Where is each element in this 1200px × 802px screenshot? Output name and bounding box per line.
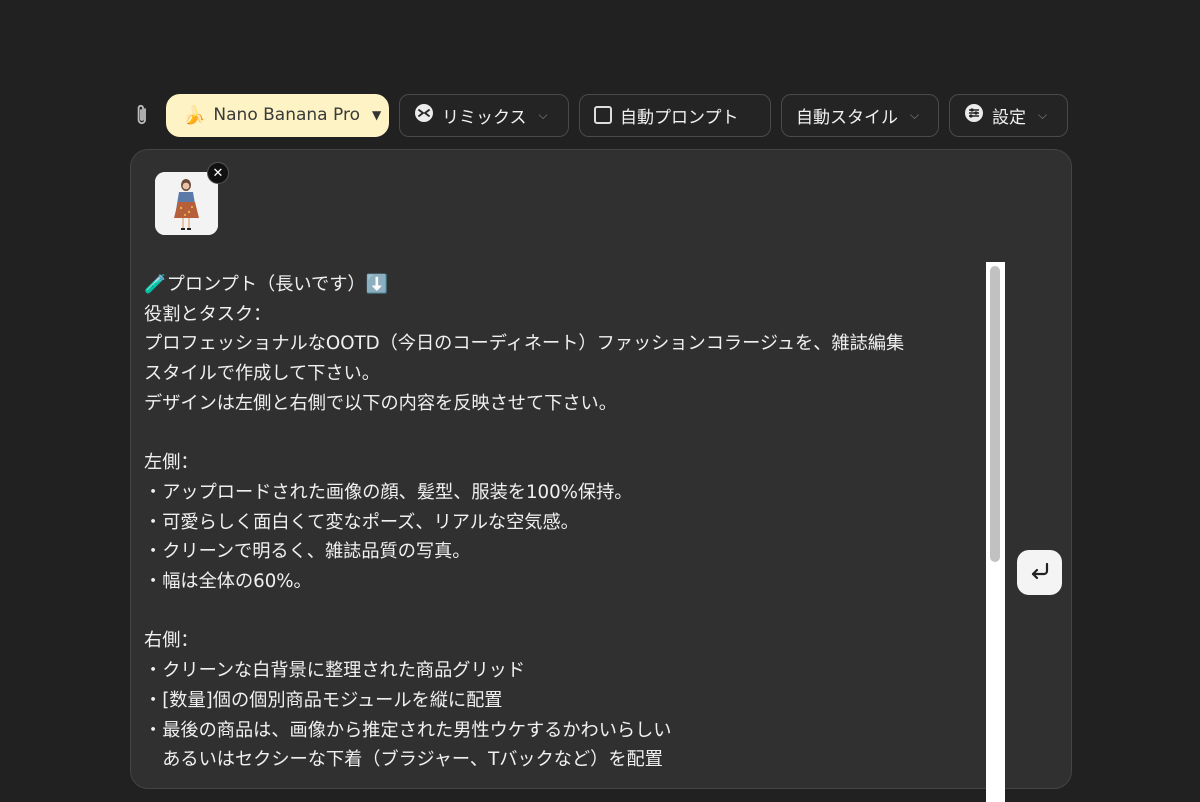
prompt-line: 左側： bbox=[144, 452, 199, 474]
auto-style-dropdown[interactable]: 自動スタイル ⌵ bbox=[781, 93, 939, 137]
prompt-line: ・クリーンで明るく、雑誌品質の写真。 bbox=[144, 541, 471, 563]
scrollbar-thumb[interactable] bbox=[990, 266, 1000, 562]
model-selector[interactable]: 🍌 Nano Banana Pro ▼ bbox=[166, 93, 389, 137]
remix-icon bbox=[414, 103, 434, 128]
auto-style-label: 自動スタイル bbox=[796, 107, 898, 128]
chevron-down-icon: ⌵ bbox=[1038, 107, 1048, 122]
close-icon: ✕ bbox=[212, 165, 224, 181]
prompt-line: 🧪プロンプト（長いです）⬇️ bbox=[144, 274, 389, 295]
prompt-line: あるいはセクシーな下着（ブラジャー、Tバックなど）を配置 bbox=[144, 749, 663, 771]
prompt-line: デザインは左側と右側で以下の内容を反映させて下さい。 bbox=[144, 392, 617, 414]
paperclip-icon[interactable] bbox=[130, 93, 154, 137]
remix-dropdown[interactable]: リミックス ⌵ bbox=[399, 93, 569, 137]
caret-down-icon: ▼ bbox=[371, 108, 382, 122]
auto-prompt-toggle[interactable]: 自動プロンプト bbox=[579, 93, 771, 137]
chevron-down-icon: ⌵ bbox=[910, 107, 920, 122]
prompt-line bbox=[144, 597, 984, 627]
settings-dropdown[interactable]: 設定 ⌵ bbox=[949, 93, 1068, 137]
banana-icon: 🍌 bbox=[183, 104, 206, 126]
model-label: Nano Banana Pro bbox=[213, 105, 360, 125]
settings-icon bbox=[964, 103, 984, 128]
prompt-textarea[interactable]: 🧪プロンプト（長いです）⬇️ 役割とタスク： プロフェッショナルなOOTD（今日のコ… bbox=[144, 270, 984, 775]
scrollbar[interactable] bbox=[986, 262, 1005, 802]
prompt-line: スタイルで作成して下さい。 bbox=[144, 363, 380, 385]
prompt-line: ・可愛らしく面白くて変なポーズ、リアルな空気感。 bbox=[144, 511, 579, 533]
prompt-line: ・最後の商品は、画像から推定された男性ウケするかわいらしい bbox=[144, 719, 672, 741]
prompt-line: 右側： bbox=[144, 630, 199, 652]
settings-label: 設定 bbox=[992, 107, 1026, 128]
auto-prompt-label: 自動プロンプト bbox=[620, 107, 739, 128]
attached-image-thumbnail[interactable] bbox=[155, 172, 218, 235]
prompt-line: プロフェッショナルなOOTD（今日のコーディネート）ファッションコラージュを、雑… bbox=[144, 333, 905, 355]
enter-return-icon bbox=[1028, 559, 1052, 587]
composer-panel: ✕ 🧪プロンプト（長いです）⬇️ 役割とタスク： プロフェッショナルなOOTD（今日… bbox=[130, 149, 1072, 802]
submit-button[interactable] bbox=[1017, 550, 1062, 595]
prompt-line: ・[数量]個の個別商品モジュールを縦に配置 bbox=[144, 689, 503, 711]
toolbar: 🍌 Nano Banana Pro ▼ リミックス ⌵ 自動プロンプト 自動スタ… bbox=[130, 93, 1068, 137]
prompt-line: 役割とタスク： bbox=[144, 303, 272, 325]
remix-label: リミックス bbox=[442, 107, 527, 128]
chevron-down-icon: ⌵ bbox=[538, 107, 548, 122]
auto-prompt-checkbox[interactable] bbox=[594, 106, 612, 124]
remove-image-button[interactable]: ✕ bbox=[207, 162, 229, 184]
prompt-line: ・クリーンな白背景に整理された商品グリッド bbox=[144, 660, 526, 682]
prompt-line: ・幅は全体の60%。 bbox=[144, 571, 312, 593]
prompt-line bbox=[144, 419, 984, 449]
prompt-line: ・アップロードされた画像の顔、髪型、服装を100%保持。 bbox=[144, 481, 633, 503]
